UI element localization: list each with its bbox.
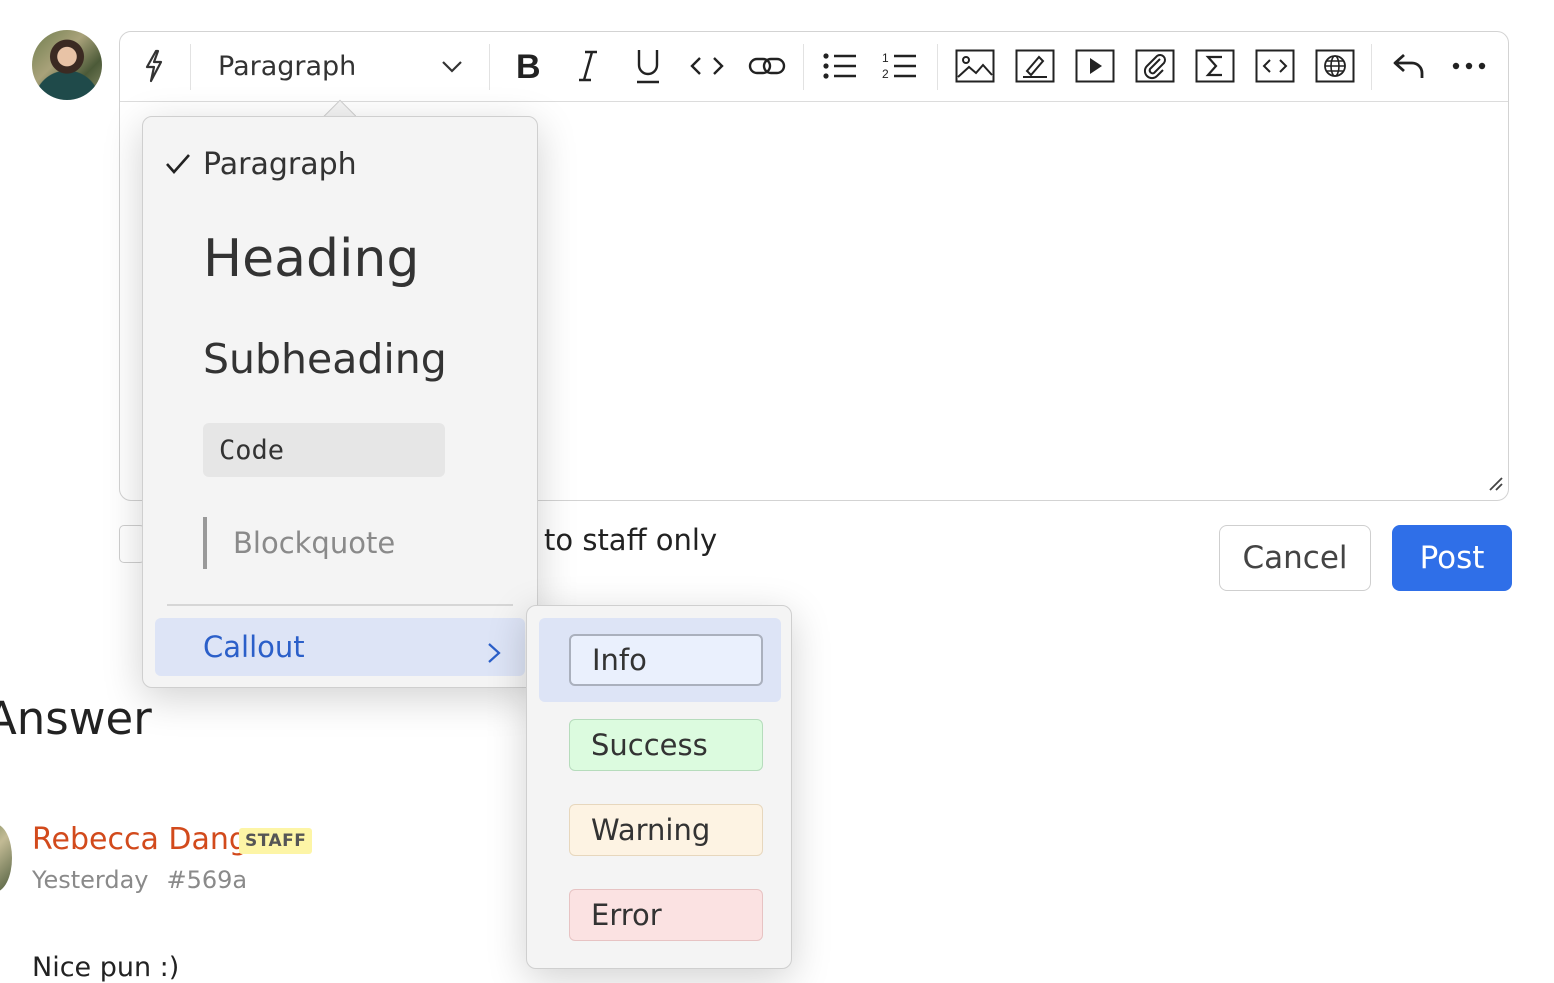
draw-icon[interactable]	[1014, 46, 1056, 86]
callout-submenu: Info Success Warning Error	[526, 605, 792, 969]
video-icon[interactable]	[1074, 46, 1116, 86]
attachment-icon[interactable]	[1134, 46, 1176, 86]
editor-toolbar: Paragraph B 12	[120, 32, 1508, 102]
italic-icon[interactable]	[568, 46, 608, 86]
menu-item-callout-label: Callout	[203, 630, 305, 664]
link-icon[interactable]	[746, 46, 788, 86]
answer-meta: Yesterday #569a	[32, 866, 247, 894]
lightning-icon[interactable]	[134, 46, 174, 86]
answer-heading: Answer	[0, 692, 152, 745]
numbered-list-icon[interactable]: 12	[880, 46, 920, 86]
answer-time: Yesterday	[32, 866, 149, 894]
math-icon[interactable]	[1194, 46, 1236, 86]
underline-icon[interactable]	[628, 46, 668, 86]
menu-item-paragraph[interactable]: Paragraph	[203, 147, 537, 182]
cancel-button[interactable]: Cancel	[1219, 525, 1371, 591]
code-block-icon[interactable]	[1254, 46, 1296, 86]
toolbar-divider	[190, 44, 191, 90]
toolbar-divider	[489, 44, 490, 90]
menu-item-subheading[interactable]: Subheading	[203, 335, 537, 383]
svg-text:B: B	[516, 49, 541, 83]
answer-id[interactable]: #569a	[167, 866, 248, 894]
chevron-right-icon	[487, 637, 501, 671]
menu-item-callout[interactable]: Callout	[155, 618, 525, 676]
toolbar-divider	[1371, 44, 1372, 90]
bullet-list-icon[interactable]	[820, 46, 860, 86]
author-avatar	[0, 824, 12, 892]
block-type-select[interactable]: Paragraph	[218, 46, 464, 86]
block-type-value: Paragraph	[218, 50, 357, 82]
post-button[interactable]: Post	[1392, 525, 1512, 591]
more-icon[interactable]	[1448, 46, 1490, 86]
image-icon[interactable]	[954, 46, 996, 86]
toolbar-divider	[803, 44, 804, 90]
svg-text:1: 1	[882, 51, 889, 65]
resize-handle-icon[interactable]	[1486, 474, 1504, 496]
author-name[interactable]: Rebecca Dang	[32, 822, 248, 857]
check-icon	[165, 153, 191, 179]
answer-comment: Nice pun :)	[32, 952, 180, 983]
bold-icon[interactable]: B	[508, 46, 548, 86]
code-inline-icon[interactable]	[687, 46, 727, 86]
block-type-menu: Paragraph Heading Subheading Code Blockq…	[142, 116, 538, 688]
menu-item-heading[interactable]: Heading	[203, 229, 537, 289]
callout-warning[interactable]: Warning	[569, 804, 763, 856]
staff-badge: STAFF	[239, 828, 313, 854]
menu-item-blockquote[interactable]: Blockquote	[203, 517, 395, 569]
menu-divider	[167, 604, 513, 606]
toolbar-divider	[937, 44, 938, 90]
staff-only-label: to staff only	[544, 523, 718, 557]
callout-success[interactable]: Success	[569, 719, 763, 771]
chevron-down-icon	[440, 54, 464, 85]
callout-info[interactable]: Info	[569, 634, 763, 686]
svg-text:2: 2	[882, 67, 889, 81]
menu-item-code[interactable]: Code	[203, 423, 445, 477]
callout-error[interactable]: Error	[569, 889, 763, 941]
undo-icon[interactable]	[1388, 46, 1430, 86]
web-embed-icon[interactable]	[1314, 46, 1356, 86]
user-avatar	[32, 30, 102, 100]
dropdown-pointer	[322, 97, 356, 117]
